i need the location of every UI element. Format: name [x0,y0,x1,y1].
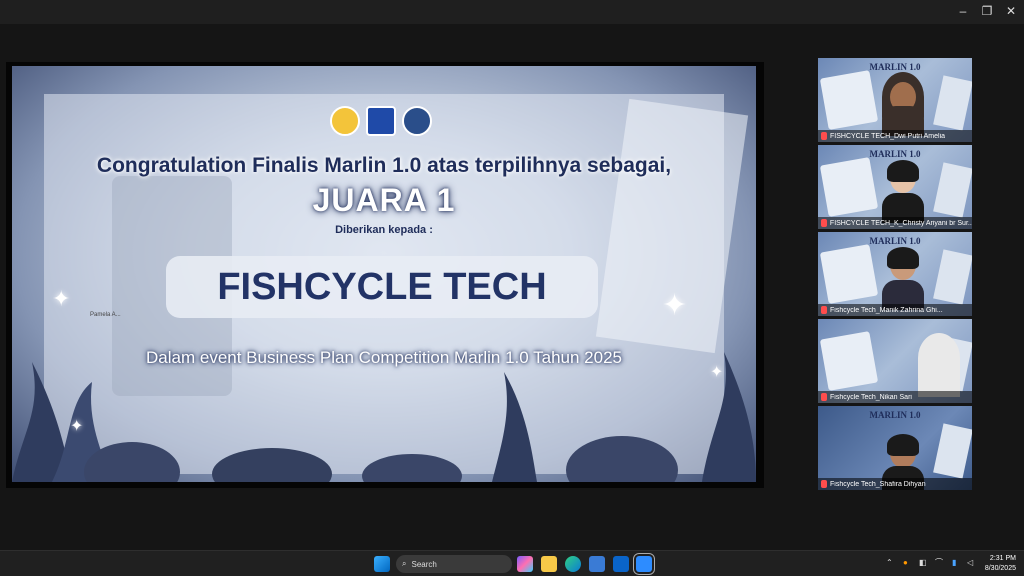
mic-muted-icon [821,132,827,140]
windows-start-icon[interactable] [374,556,390,572]
sparkle-icon: ✦ [70,418,84,435]
shared-slide: Congratulation Finalis Marlin 1.0 atas t… [12,66,756,482]
slide-headline: Congratulation Finalis Marlin 1.0 atas t… [96,154,672,177]
participant-video [878,72,928,136]
copilot-icon[interactable] [517,556,533,572]
participant-name-label: Fishcycle Tech_Manik Zahrina Ghi... [818,304,972,316]
participant-tile[interactable]: Fishcycle Tech_Nikan Sari [818,319,972,403]
participant-name: FISHCYCLE TECH_K_Christy Ariyani br Sur.… [829,219,972,227]
award-title: JUARA 1 [312,182,456,218]
cursor-tag: Pamela A... [90,312,121,318]
sparkle-icon: ✦ [52,286,71,311]
participant-name-label: Fishcycle Tech_Nikan Sari [818,391,972,403]
window-titlebar: – ❐ ✕ [0,0,1024,24]
organizer-logos [330,106,432,136]
tray-app-icon[interactable]: ◧ [919,559,927,567]
mic-muted-icon [821,219,827,227]
clock[interactable]: 2:31 PM 8/30/2025 [985,554,1016,574]
mic-muted-icon [821,480,827,488]
participant-name-label: Fishcycle Tech_Shafira Dihyan [818,478,972,490]
clock-date: 8/30/2025 [984,565,1016,572]
sparkle-icon: ✦ [662,289,688,322]
search-icon: ⌕ [402,559,407,568]
tile-brand: MARLIN 1.0 [869,62,921,72]
club-logo [366,106,396,136]
tile-brand: MARLIN 1.0 [869,149,921,159]
participant-name-label: FISHCYCLE TECH_Dwi Putri Amelia [818,130,972,142]
clock-time: 2:31 PM [989,555,1016,562]
minimize-button[interactable]: – [950,0,976,22]
background-document [819,244,879,304]
sparkle-icon: ✦ [710,364,724,381]
background-document [933,249,972,305]
team-name-box: FISHCYCLE TECH [166,256,598,318]
background-document [819,157,879,217]
participant-video [878,420,928,490]
background-document [933,75,972,131]
tile-brand: MARLIN 1.0 [869,236,921,246]
participant-name-label: FISHCYCLE TECH_K_Christy Ariyani br Sur.… [818,217,972,229]
file-explorer-icon[interactable] [541,556,557,572]
given-to-label: Diberikan kepada : [335,224,433,236]
participant-video [878,159,928,223]
app-tray-icon[interactable]: ● [903,559,911,567]
restore-button[interactable]: ❐ [974,0,1000,22]
zoom-app-icon[interactable] [633,553,655,575]
participant-video [878,246,928,310]
mic-muted-icon [821,306,827,314]
participant-name: Fishcycle Tech_Nikan Sari [830,393,912,401]
search-label: Search [411,559,437,569]
tile-brand: MARLIN 1.0 [869,410,921,420]
team-name: FISHCYCLE TECH [217,266,547,308]
background-document [819,70,879,130]
participant-name: FISHCYCLE TECH_Dwi Putri Amelia [830,132,946,140]
seaweed-decoration [12,352,756,482]
participant-tile[interactable]: MARLIN 1.0 Fishcycle Tech_Manik Zahrina … [818,232,972,316]
participant-video [914,333,964,397]
close-button[interactable]: ✕ [998,0,1024,22]
mic-muted-icon [821,393,827,401]
participant-name: Fishcycle Tech_Shafira Dihyan [830,480,926,488]
background-document [933,423,972,479]
outlook-icon[interactable] [613,556,629,572]
participant-tile[interactable]: MARLIN 1.0 Fishcycle Tech_Shafira Dihyan [818,406,972,490]
store-icon[interactable] [589,556,605,572]
microphone-icon[interactable]: ▮ [952,559,960,567]
chevron-up-icon[interactable]: ⌃ [886,559,894,567]
background-document [933,162,972,218]
participant-tile[interactable]: MARLIN 1.0 FISHCYCLE TECH_K_Christy Ariy… [818,145,972,229]
speaker-icon[interactable]: ◁ [967,559,975,567]
participant-tile[interactable]: MARLIN 1.0 FISHCYCLE TECH_Dwi Putri Amel… [818,58,972,142]
background-document [819,331,879,391]
faculty-logo [402,106,432,136]
university-logo [330,106,360,136]
participant-name: Fishcycle Tech_Manik Zahrina Ghi... [830,306,943,314]
participant-gallery: MARLIN 1.0 FISHCYCLE TECH_Dwi Putri Amel… [818,58,972,493]
edge-browser-icon[interactable] [565,556,581,572]
taskbar: ⌕ Search ⌃ ● ◧ ⌒ ▮ ◁ 2:31 PM 8/30/2025 [0,550,1024,576]
network-icon[interactable]: ⌒ [935,559,943,567]
taskbar-search[interactable]: ⌕ Search [396,555,512,573]
